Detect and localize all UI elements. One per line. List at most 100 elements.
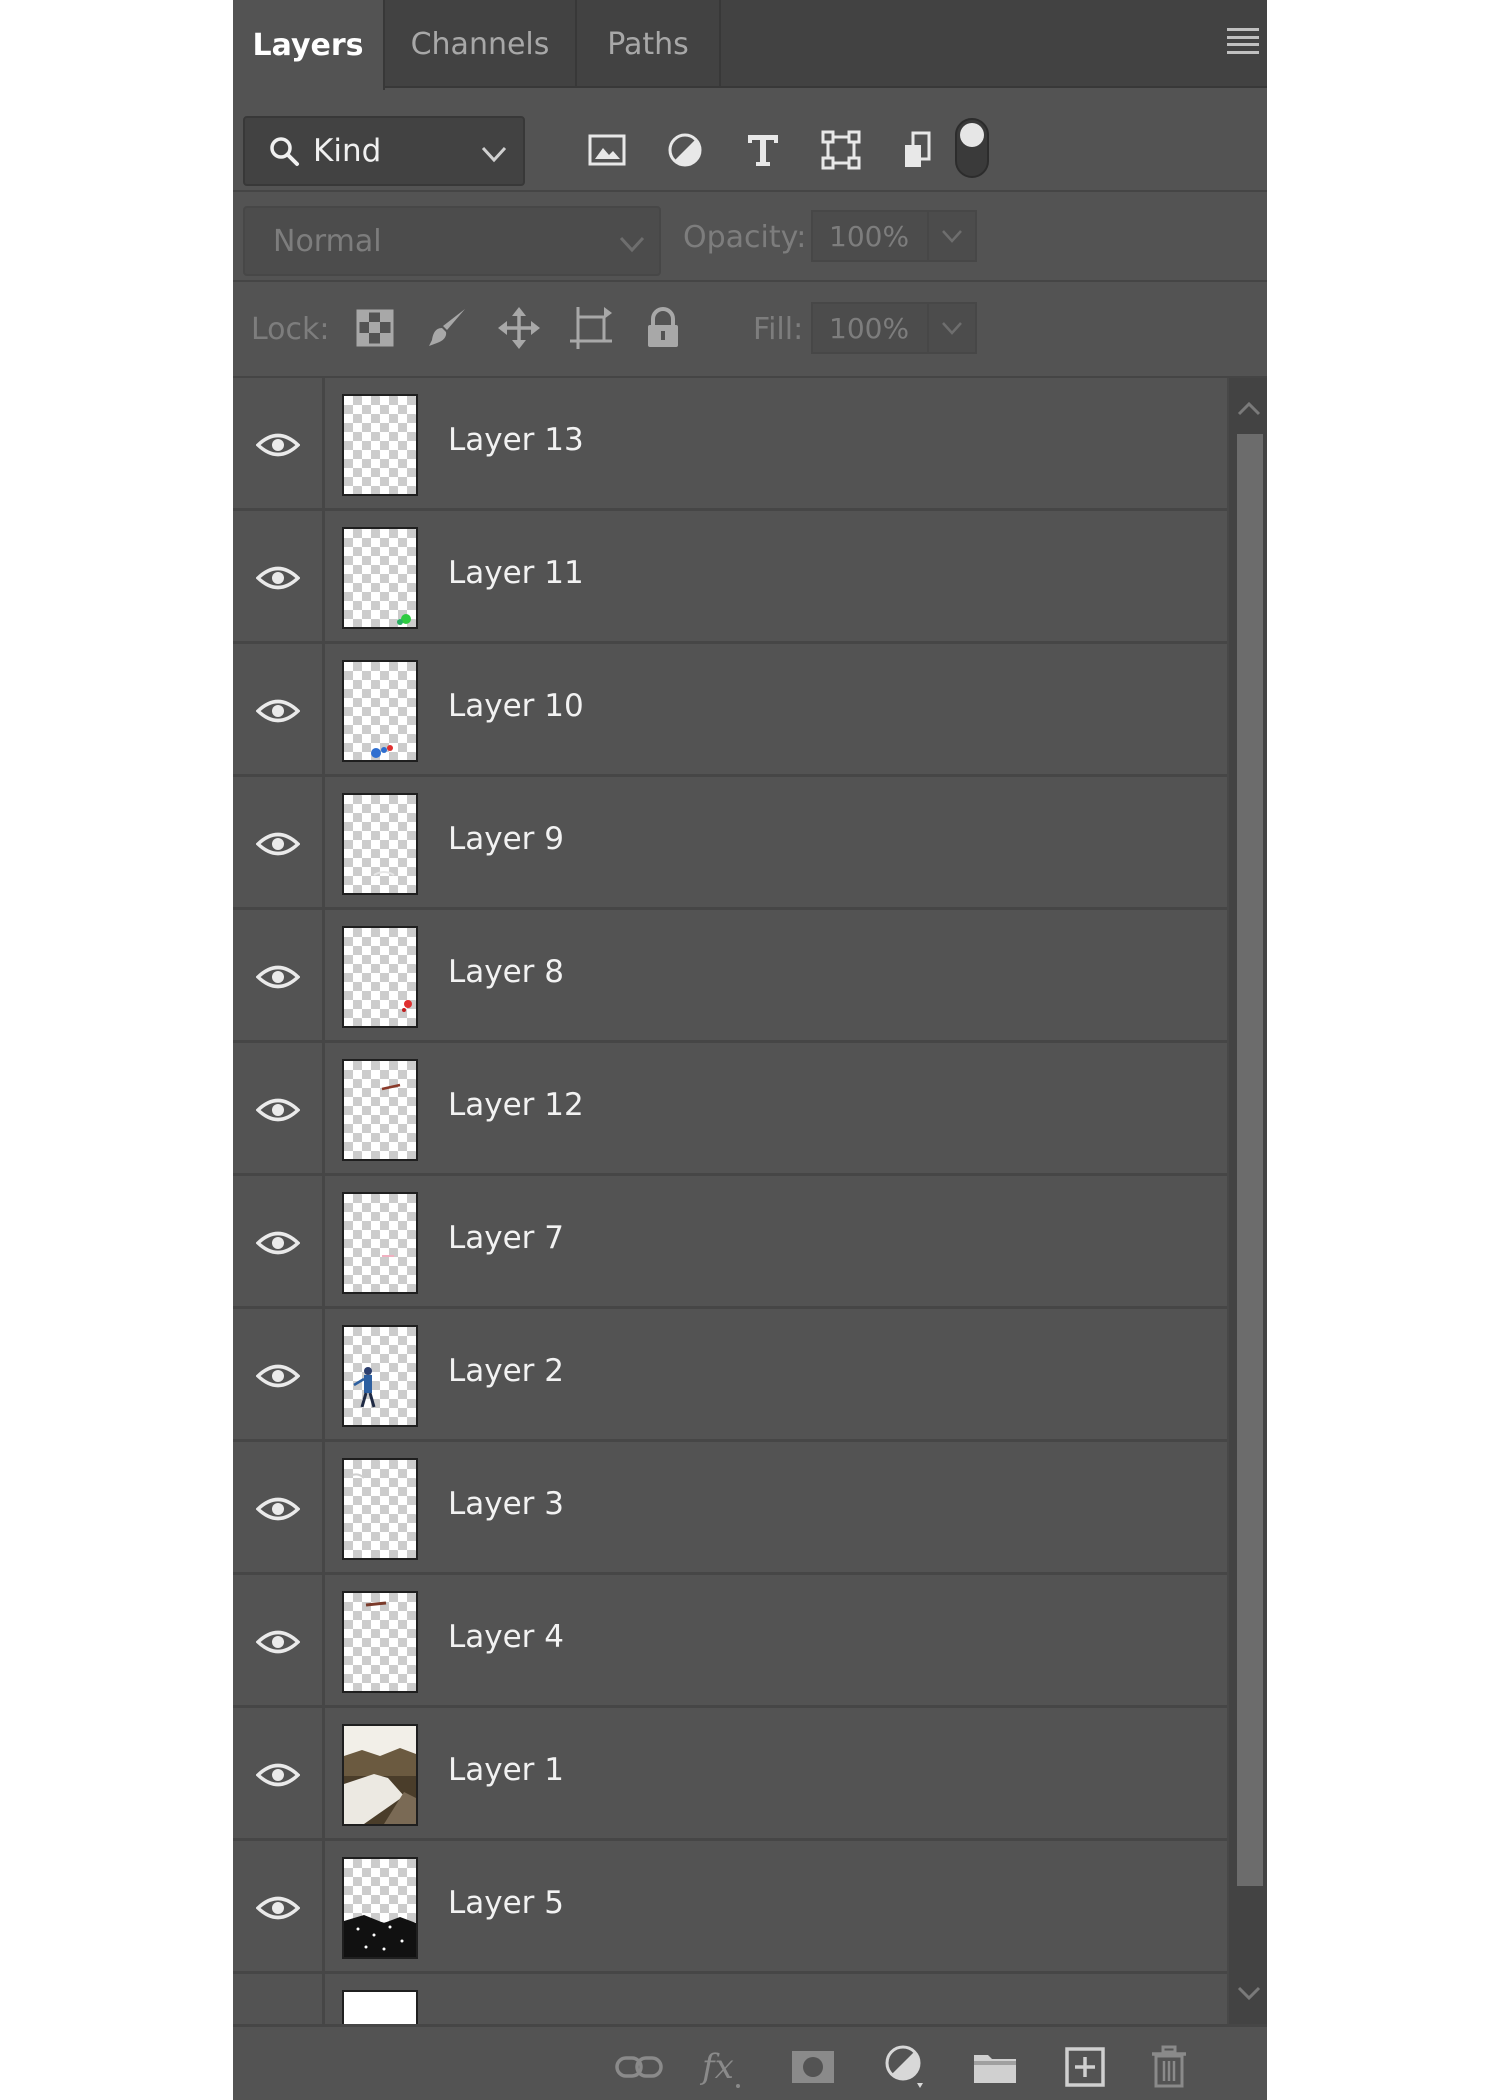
new-group-folder-icon[interactable] (969, 2043, 1021, 2091)
layer-name[interactable]: Layer 2 (448, 1353, 564, 1389)
layer-thumbnail[interactable] (342, 394, 418, 496)
layer-thumbnail[interactable] (342, 1059, 418, 1161)
fill-field[interactable]: 100% (811, 302, 977, 354)
scroll-down-arrow-icon[interactable] (1233, 1982, 1265, 2006)
layer-name[interactable]: Layer 7 (448, 1220, 564, 1256)
eye-icon[interactable] (255, 1228, 300, 1258)
tab-channels[interactable]: Channels (385, 0, 577, 88)
lock-position-icon[interactable] (495, 304, 543, 352)
layer-thumbnail[interactable] (342, 527, 418, 629)
layer-name[interactable]: Layer 8 (448, 954, 564, 990)
visibility-toggle[interactable] (233, 378, 325, 511)
visibility-toggle[interactable] (233, 1974, 325, 2024)
tab-layers[interactable]: Layers (233, 0, 385, 90)
layer-thumbnail[interactable] (342, 1591, 418, 1693)
opacity-field[interactable]: 100% (811, 210, 977, 262)
layers-bottom-toolbar: fx (233, 2024, 1267, 2100)
eye-icon[interactable] (255, 1361, 300, 1391)
chevron-down-icon (481, 146, 507, 163)
layer-row[interactable]: Layer 8 (233, 910, 1227, 1043)
layer-row[interactable]: Layer 1 (233, 1708, 1227, 1841)
visibility-toggle[interactable] (233, 644, 325, 777)
filter-toggle[interactable] (955, 118, 989, 178)
tab-paths[interactable]: Paths (577, 0, 721, 88)
layer-row[interactable]: Layer 10 (233, 644, 1227, 777)
scrollbar-thumb[interactable] (1237, 434, 1263, 1886)
new-layer-icon[interactable] (1059, 2043, 1111, 2091)
layer-row[interactable]: Layer 3 (233, 1442, 1227, 1575)
visibility-toggle[interactable] (233, 1708, 325, 1841)
layer-row[interactable]: Layer 4 (233, 1575, 1227, 1708)
layer-name[interactable]: Layer 1 (448, 1752, 564, 1788)
layer-row[interactable]: Layer 9 (233, 777, 1227, 910)
layer-thumbnail[interactable] (342, 926, 418, 1028)
eye-icon[interactable] (255, 1095, 300, 1125)
lock-image-pixels-icon[interactable] (423, 304, 471, 352)
eye-icon[interactable] (255, 1494, 300, 1524)
chevron-down-icon[interactable] (929, 317, 975, 339)
eye-icon[interactable] (255, 1760, 300, 1790)
lock-transparent-pixels-icon[interactable] (351, 304, 399, 352)
eye-icon[interactable] (255, 563, 300, 593)
lock-artboard-icon[interactable] (567, 304, 615, 352)
eye-icon[interactable] (255, 1627, 300, 1657)
chevron-down-icon[interactable] (929, 225, 975, 247)
visibility-toggle[interactable] (233, 1841, 325, 1974)
visibility-toggle[interactable] (233, 1575, 325, 1708)
adjustment-filter-icon[interactable] (663, 128, 707, 172)
layer-thumbnail[interactable] (342, 1325, 418, 1427)
visibility-toggle[interactable] (233, 1309, 325, 1442)
eye-icon[interactable] (255, 696, 300, 726)
layer-row[interactable]: Layer 13 (233, 378, 1227, 511)
layer-name[interactable]: Layer 10 (448, 688, 584, 724)
lock-all-icon[interactable] (639, 304, 687, 352)
scroll-up-arrow-icon[interactable] (1233, 396, 1265, 420)
layers-panel: Layers Channels Paths Kind Normal Opacit… (233, 0, 1267, 2100)
visibility-toggle[interactable] (233, 1442, 325, 1575)
add-mask-icon[interactable] (787, 2043, 839, 2091)
layer-row[interactable]: Layer 11 (233, 511, 1227, 644)
layer-thumbnail[interactable] (342, 1724, 418, 1826)
delete-layer-icon[interactable] (1143, 2043, 1195, 2091)
link-layers-icon[interactable] (613, 2043, 665, 2091)
shape-filter-icon[interactable] (819, 128, 863, 172)
layer-thumbnail[interactable] (342, 1458, 418, 1560)
layer-row[interactable]: Layer 5 (233, 1841, 1227, 1974)
layer-row[interactable] (233, 1974, 1227, 2024)
panel-tab-bar: Layers Channels Paths (233, 0, 1267, 90)
layer-name[interactable]: Layer 13 (448, 422, 584, 458)
layer-row[interactable]: Layer 7 (233, 1176, 1227, 1309)
layer-style-fx-icon[interactable]: fx (697, 2043, 749, 2091)
layer-row[interactable]: Layer 12 (233, 1043, 1227, 1176)
toggle-knob (960, 123, 984, 147)
layer-name[interactable]: Layer 9 (448, 821, 564, 857)
eye-icon[interactable] (255, 1893, 300, 1923)
layer-name[interactable]: Layer 11 (448, 555, 584, 591)
layer-name[interactable]: Layer 4 (448, 1619, 564, 1655)
hamburger-menu-icon[interactable] (1227, 28, 1259, 54)
layer-row[interactable]: Layer 2 (233, 1309, 1227, 1442)
image-filter-icon[interactable] (585, 128, 629, 172)
eye-icon[interactable] (255, 829, 300, 859)
layer-thumbnail[interactable] (342, 1990, 418, 2024)
layers-scrollbar[interactable] (1227, 378, 1267, 2024)
visibility-toggle[interactable] (233, 511, 325, 644)
smart-object-filter-icon[interactable] (897, 128, 941, 172)
visibility-toggle[interactable] (233, 1176, 325, 1309)
eye-icon[interactable] (255, 430, 300, 460)
visibility-toggle[interactable] (233, 777, 325, 910)
layer-thumbnail[interactable] (342, 660, 418, 762)
layer-thumbnail[interactable] (342, 1857, 418, 1959)
new-adjustment-layer-icon[interactable] (879, 2043, 931, 2091)
layer-thumbnail[interactable] (342, 793, 418, 895)
layer-name[interactable]: Layer 12 (448, 1087, 584, 1123)
eye-icon[interactable] (255, 962, 300, 992)
blend-mode-select[interactable]: Normal (243, 206, 661, 276)
layer-name[interactable]: Layer 3 (448, 1486, 564, 1522)
filter-kind-select[interactable]: Kind (243, 116, 525, 186)
visibility-toggle[interactable] (233, 910, 325, 1043)
visibility-toggle[interactable] (233, 1043, 325, 1176)
layer-name[interactable]: Layer 5 (448, 1885, 564, 1921)
layer-thumbnail[interactable] (342, 1192, 418, 1294)
type-filter-icon[interactable] (741, 128, 785, 172)
